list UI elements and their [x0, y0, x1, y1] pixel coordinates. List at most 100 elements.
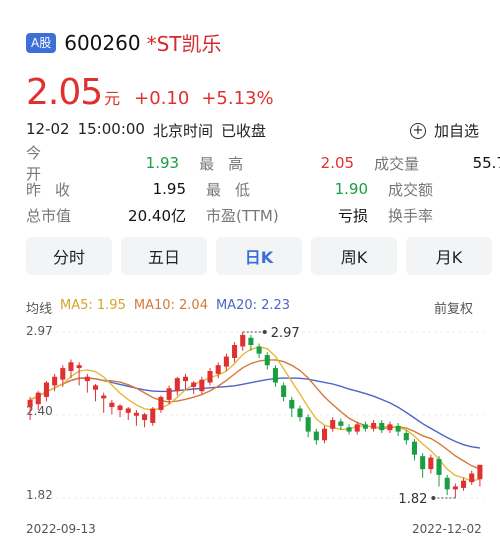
adjust-mode[interactable]: 前复权 — [434, 298, 473, 317]
add-favorite-button[interactable]: + 加自选 — [410, 120, 479, 141]
candle-down — [346, 427, 352, 432]
candle-up — [60, 368, 66, 380]
candle-down — [338, 421, 344, 426]
candle-up — [43, 382, 49, 397]
high-value: 2.05 — [320, 154, 355, 172]
volume-label: 成交量 — [374, 154, 420, 173]
candle-up — [330, 420, 336, 429]
candle-up — [109, 402, 115, 408]
low-value: 1.90 — [334, 180, 368, 198]
low-label: 最低 — [206, 180, 265, 199]
candle-up — [125, 408, 131, 413]
candle-up — [321, 428, 328, 441]
ma10-legend: MA10: 2.04 — [133, 298, 208, 313]
ma5-legend: MA5: 1.95 — [60, 298, 126, 313]
stats-row: 昨收 1.95 最低 1.90 成交额 — [26, 176, 500, 202]
candle-up — [76, 365, 82, 369]
tab-five-day[interactable]: 五日 — [121, 237, 207, 275]
candle-up — [117, 405, 123, 410]
ma-legend-title: 均线 — [26, 302, 53, 317]
candle-up — [223, 356, 229, 367]
candle-up — [166, 388, 172, 400]
turnover-rate-label: 换手率 — [388, 206, 434, 225]
min-marker-label: 1.82 — [398, 492, 427, 507]
ma-legend: 均线 MA5: 1.95 MA10: 2.04 MA20: 2.23 — [26, 298, 290, 317]
candle-up — [27, 399, 33, 408]
candle-down — [362, 424, 368, 429]
candle-up — [469, 473, 475, 483]
candle-down — [436, 459, 442, 475]
stats-row: 总市值 20.40亿 市盈(TTM) 亏损 换手率 — [26, 202, 500, 228]
prev-close-label: 昨收 — [26, 180, 85, 199]
candle-up — [354, 424, 360, 432]
high-label: 最高 — [199, 154, 258, 173]
candle-up — [240, 334, 246, 347]
price-unit: 元 — [104, 89, 121, 108]
quote-time: 12-02 15:00:00 北京时间 已收盘 — [26, 120, 266, 141]
candlestick-chart[interactable]: 2.97 1.82 — [0, 318, 500, 518]
period-tabs: 分时 五日 日K 周K 月K — [26, 237, 492, 275]
price-change: +0.10 — [134, 88, 190, 109]
price-row: 2.05 元 +0.10 +5.13% — [26, 72, 274, 113]
pe-value: 亏损 — [337, 206, 368, 225]
max-marker-label: 2.97 — [271, 326, 300, 341]
quote-timezone: 北京时间 — [152, 122, 213, 140]
prev-close-value: 1.95 — [152, 180, 186, 198]
candle-down — [297, 408, 303, 418]
candle-down — [444, 477, 450, 490]
turnover-label: 成交额 — [388, 180, 434, 199]
candle-up — [199, 379, 205, 392]
x-axis-label-end: 2022-12-02 — [412, 522, 482, 536]
candle-down — [305, 417, 311, 432]
candle-down — [248, 337, 254, 345]
ma20-legend: MA20: 2.23 — [215, 298, 291, 313]
ma5-line — [29, 346, 481, 482]
price-change-pct: +5.13% — [201, 88, 274, 109]
volume-value: 55.7 — [472, 154, 500, 172]
candle-up — [387, 424, 393, 431]
tab-monthly-k[interactable]: 月K — [406, 237, 492, 275]
candle-down — [395, 425, 401, 432]
mktcap-value: 20.40亿 — [128, 206, 186, 225]
stats-grid: 今开 1.93 最高 2.05 成交量 55.7 昨收 1.95 最低 1.90… — [26, 144, 500, 228]
candle-up — [477, 464, 483, 480]
candle-up — [207, 370, 213, 383]
stock-name: *ST凯乐 — [146, 32, 222, 56]
candle-up — [461, 480, 467, 488]
add-favorite-label: 加自选 — [434, 122, 480, 140]
quote-clock: 15:00:00 — [77, 120, 145, 138]
candle-down — [403, 433, 409, 441]
open-value: 1.93 — [145, 154, 180, 172]
current-price: 2.05 — [26, 72, 103, 113]
tab-weekly-k[interactable]: 周K — [311, 237, 397, 275]
candle-up — [101, 395, 107, 399]
stock-code: 600260 — [64, 30, 141, 55]
candle-up — [52, 376, 58, 386]
tab-intraday[interactable]: 分时 — [26, 237, 112, 275]
x-axis-label-start: 2022-09-13 — [26, 522, 96, 536]
candle-down — [256, 346, 262, 354]
candle-up — [452, 486, 458, 490]
candle-down — [420, 456, 426, 470]
candle-down — [272, 368, 278, 383]
pe-label: 市盈(TTM) — [206, 206, 279, 225]
candle-up — [35, 392, 41, 405]
market-badge: A股 — [26, 32, 57, 53]
candle-up — [142, 414, 148, 421]
quote-date: 12-02 — [26, 120, 70, 138]
candle-up — [68, 362, 74, 371]
candle-down — [281, 385, 287, 397]
candle-down — [411, 441, 418, 455]
max-marker-dot — [262, 330, 267, 334]
candle-up — [84, 376, 90, 382]
mktcap-label: 总市值 — [26, 206, 72, 225]
candle-down — [264, 355, 270, 366]
candle-down — [289, 399, 295, 409]
candle-up — [232, 344, 238, 358]
candle-up — [428, 457, 434, 470]
candle-up — [215, 365, 221, 374]
tab-daily-k[interactable]: 日K — [216, 237, 302, 275]
plus-circle-icon: + — [410, 122, 426, 139]
market-status: 已收盘 — [220, 122, 266, 140]
candle-up — [182, 376, 189, 382]
